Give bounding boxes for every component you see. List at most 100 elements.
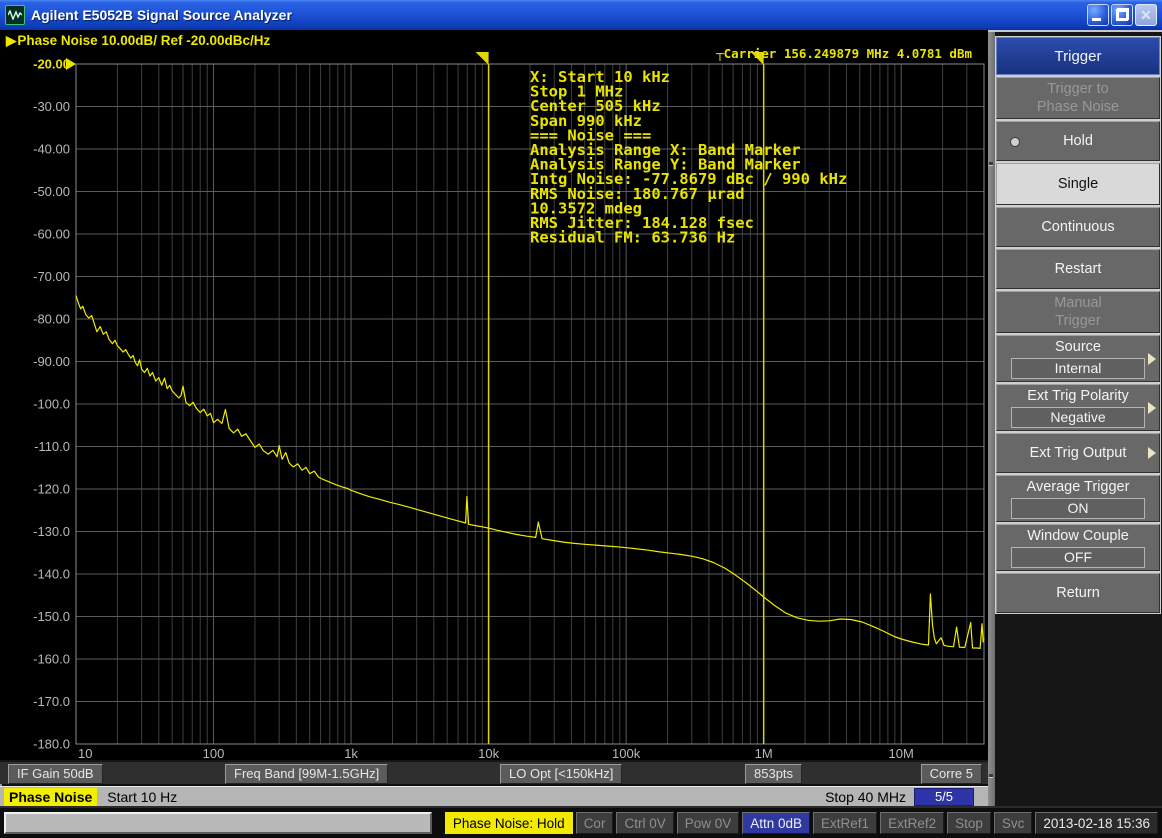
softkey-restart[interactable]: Restart xyxy=(996,249,1160,289)
y-axis-label: -110.0 xyxy=(34,439,70,454)
softkey-page-indicator: 5/5 xyxy=(914,788,974,806)
status-extref1: ExtRef1 xyxy=(813,812,877,834)
correction-readout: Corre 5 xyxy=(921,764,982,784)
softkey-hold[interactable]: Hold xyxy=(996,121,1160,161)
softkey-label: Trigger xyxy=(1055,312,1100,330)
band-marker-flag-1[interactable] xyxy=(476,52,489,65)
clock: 2013-02-18 15:36 xyxy=(1035,812,1158,834)
measurement-status-strip: IF Gain 50dB Freq Band [99M-1.5GHz] LO Opt… xyxy=(0,760,988,784)
x-axis-label: 1k xyxy=(344,746,358,760)
softkey-continuous[interactable]: Continuous xyxy=(996,207,1160,247)
y-axis-label: -30.00 xyxy=(33,99,70,114)
status-indicators: Phase Noise: HoldCorCtrl 0VPow 0VAttn 0d… xyxy=(445,812,1158,834)
softkey-label: Single xyxy=(1058,175,1098,193)
lo-opt-readout: LO Opt [<150kHz] xyxy=(500,764,622,784)
status-phase-noise-hold: Phase Noise: Hold xyxy=(445,812,573,834)
status-attn: Attn 0dB xyxy=(742,812,810,834)
status-stop: Stop xyxy=(947,812,991,834)
softkey-label: Window Couple xyxy=(1027,527,1129,545)
x-axis-label: 10k xyxy=(478,746,499,760)
softkey-label: Ext Trig Output xyxy=(1030,444,1127,462)
softkey-label: Source xyxy=(1055,338,1101,356)
softkey-single[interactable]: Single xyxy=(996,163,1160,205)
x-axis-label: 10M xyxy=(889,746,914,760)
status-cor: Cor xyxy=(576,812,614,834)
softkey-label: Average Trigger xyxy=(1027,478,1130,496)
points-readout: 853pts xyxy=(745,764,802,784)
y-axis-label: -170.0 xyxy=(33,694,70,709)
softkey-label: Phase Noise xyxy=(1037,98,1119,116)
y-axis-label: -70.00 xyxy=(33,269,70,284)
status-ctrl: Ctrl 0V xyxy=(616,812,673,834)
softkey-label: Return xyxy=(1056,584,1100,602)
minimize-button[interactable] xyxy=(1087,4,1109,26)
y-axis-label: -160.0 xyxy=(33,652,70,667)
phase-noise-plot: -20.00 -30.00 -40.00 -50.00 -60.00 -70.00 -80.… xyxy=(0,30,988,760)
softkey-list: Trigger Trigger toPhase Noise Hold Single C… xyxy=(995,36,1161,614)
y-axis-label: -80.00 xyxy=(33,312,70,327)
submenu-arrow-icon xyxy=(1148,353,1156,365)
app-icon xyxy=(5,5,25,25)
x-axis-label: 100k xyxy=(612,746,641,760)
minimize-icon xyxy=(1092,18,1101,21)
y-axis-label: -120.0 xyxy=(33,482,70,497)
y-axis-label: -20.00 xyxy=(33,57,70,72)
y-axis-label: -60.00 xyxy=(33,227,70,242)
softkey-value: Internal xyxy=(1011,358,1145,379)
softkey-manual-trigger: ManualTrigger xyxy=(996,291,1160,333)
sweep-start-readout: Start 10 Hz xyxy=(107,789,177,805)
sweep-status-bar: Phase Noise Start 10 Hz Stop 40 MHz 5/5 xyxy=(0,786,988,806)
message-area xyxy=(4,812,432,834)
active-measurement-label: Phase Noise xyxy=(4,788,97,806)
instrument-status-bar: Phase Noise: HoldCorCtrl 0VPow 0VAttn 0d… xyxy=(0,806,1162,838)
softkey-value: ON xyxy=(1011,498,1145,519)
close-icon: ✕ xyxy=(1136,5,1156,25)
softkey-window-couple[interactable]: Window Couple OFF xyxy=(996,524,1160,571)
y-axis-label: -100.0 xyxy=(33,397,70,412)
y-axis-label: -90.00 xyxy=(33,354,70,369)
softkey-menu: Trigger Trigger toPhase Noise Hold Single C… xyxy=(988,32,1162,806)
application-window: Agilent E5052B Signal Source Analyzer ✕ … xyxy=(0,0,1162,838)
submenu-arrow-icon xyxy=(1148,402,1156,414)
softkey-label: Ext Trig Polarity xyxy=(1027,387,1129,405)
softkey-label: Continuous xyxy=(1041,218,1114,236)
softkey-menu-title: Trigger xyxy=(996,37,1160,75)
measurement-screen: ▶Phase Noise 10.00dB/ Ref -20.00dBc/Hz -… xyxy=(0,30,988,760)
softkey-label: Hold xyxy=(1063,132,1093,150)
y-axis-label: -150.0 xyxy=(33,609,70,624)
status-pow: Pow 0V xyxy=(677,812,740,834)
if-gain-readout: IF Gain 50dB xyxy=(8,764,103,784)
softkey-value: OFF xyxy=(1011,547,1145,568)
x-axis-label: 10 xyxy=(78,746,92,760)
sweep-stop-readout: Stop 40 MHz xyxy=(825,789,906,805)
analysis-readout-line: Residual FM: 63.736 Hz xyxy=(530,229,735,247)
carrier-readout: ┬Carrier 156.249879 MHz 4.0781 dBm xyxy=(715,46,972,61)
status-extref2: ExtRef2 xyxy=(880,812,944,834)
softkey-ext-trig-output[interactable]: Ext Trig Output xyxy=(996,433,1160,473)
y-axis-label: -50.00 xyxy=(33,184,70,199)
window-title: Agilent E5052B Signal Source Analyzer xyxy=(31,7,1087,23)
softkey-source[interactable]: Source Internal xyxy=(996,335,1160,382)
restore-button[interactable] xyxy=(1111,4,1133,26)
title-bar: Agilent E5052B Signal Source Analyzer ✕ xyxy=(0,0,1162,30)
y-axis-label: -180.0 xyxy=(33,737,70,752)
freq-band-readout: Freq Band [99M-1.5GHz] xyxy=(225,764,388,784)
softkey-trigger-to-phase-noise: Trigger toPhase Noise xyxy=(996,77,1160,119)
softkey-ext-trig-polarity[interactable]: Ext Trig Polarity Negative xyxy=(996,384,1160,431)
softkey-label: Trigger to xyxy=(1047,80,1109,98)
submenu-arrow-icon xyxy=(1148,447,1156,459)
softkey-label: Restart xyxy=(1055,260,1102,278)
softkey-average-trigger[interactable]: Average Trigger ON xyxy=(996,475,1160,522)
ref-level-marker[interactable] xyxy=(66,58,76,70)
y-axis-label: -130.0 xyxy=(33,524,70,539)
status-svc: Svc xyxy=(994,812,1033,834)
y-axis-label: -40.00 xyxy=(33,142,70,157)
x-axis-label: 100 xyxy=(203,746,225,760)
y-axis-label: -140.0 xyxy=(33,567,70,582)
close-button: ✕ xyxy=(1135,4,1157,26)
x-axis-label: 1M xyxy=(755,746,773,760)
radio-indicator-icon xyxy=(1010,137,1020,147)
softkey-gutter xyxy=(988,32,995,806)
softkey-value: Negative xyxy=(1011,407,1145,428)
softkey-return[interactable]: Return xyxy=(996,573,1160,613)
